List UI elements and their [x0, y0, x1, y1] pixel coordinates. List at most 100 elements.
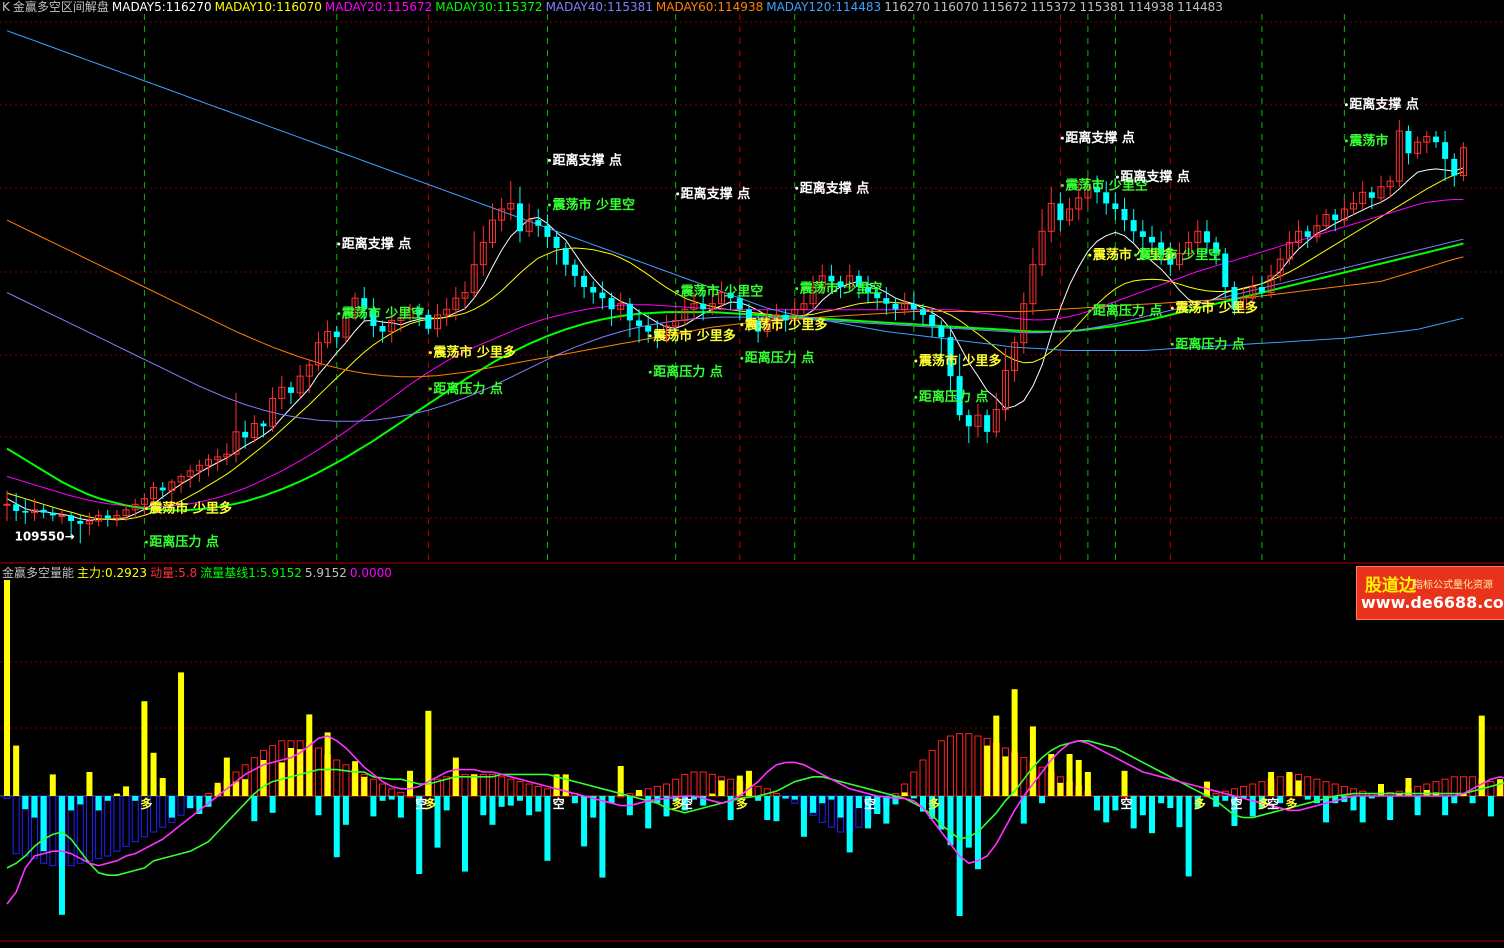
volume-bar [736, 775, 743, 796]
header-item: 主力:0.2923 [77, 566, 148, 580]
volume-bar [516, 796, 523, 801]
volume-bar [498, 796, 505, 807]
volume-bar [370, 796, 377, 817]
candle-body [104, 515, 111, 519]
volume-bar [1103, 796, 1110, 823]
candle-body [965, 415, 972, 427]
candle-body [1405, 131, 1412, 154]
signal-marker: 多 [1285, 796, 1297, 811]
volume-bar [745, 770, 752, 796]
annotation-dot [1060, 184, 1064, 187]
annotation-dot [676, 192, 680, 196]
volume-bar [13, 745, 20, 796]
annotation-label: 震荡市 [1348, 133, 1388, 149]
candle-body [883, 298, 890, 304]
chart-canvas: 距离支撑 点震荡市 少里空震荡市 少里多距离压力 点震荡市 少里多距离压力 点距… [0, 0, 1504, 944]
volume-bar [324, 732, 331, 796]
volume-bar [287, 748, 294, 796]
signal-marker: 多 [928, 796, 940, 811]
annotation-label: 震荡市 少里空 [1138, 247, 1222, 263]
volume-bar [388, 796, 395, 800]
header-item: 金赢多空量能 [2, 566, 75, 580]
volume-bar [1112, 796, 1119, 811]
annotation-label: 震荡市 少里空 [680, 283, 764, 299]
volume-bar [397, 796, 404, 818]
header-item: 116270 [884, 0, 930, 14]
annotation-dot [1344, 103, 1348, 107]
volume-bar [68, 796, 75, 811]
candle-body [562, 248, 569, 265]
annotation-label: 距离压力 点 [149, 534, 219, 550]
header-item: 金赢多空区间解盘 [12, 0, 109, 14]
volume-bar [993, 715, 1000, 796]
volume-bar [86, 772, 93, 796]
signal-marker: 空 [1121, 796, 1133, 811]
volume-bar [352, 761, 359, 796]
volume-bar [1497, 779, 1504, 796]
candle-body [938, 326, 945, 338]
volume-bar [123, 786, 130, 796]
annotation-dot [1170, 342, 1174, 346]
candle-body [645, 326, 652, 332]
volume-bar [480, 796, 487, 816]
annotation-dot [1115, 175, 1119, 179]
volume-bar [1304, 796, 1311, 800]
volume-bar [791, 796, 798, 800]
signal-marker: 多 [1194, 796, 1206, 811]
volume-bar [810, 796, 817, 813]
annotation-dot [1344, 139, 1348, 143]
volume-bar [1442, 796, 1449, 816]
volume-bar [1487, 796, 1494, 817]
candle-body [920, 309, 926, 315]
candle-body [13, 504, 20, 511]
candle-body [40, 509, 47, 513]
candle-body [1203, 231, 1210, 243]
volume-bar [782, 796, 789, 799]
candle-body [581, 275, 588, 287]
candle-body [929, 314, 936, 326]
volume-bar [150, 752, 157, 796]
chart-stage: 距离支撑 点震荡市 少里空 震荡市 少里多 距离压力 点震荡市 少里多 距离压力 点距… [0, 0, 1504, 944]
logo-url: www.de6688.com [1361, 593, 1504, 612]
volume-bar [168, 796, 175, 818]
volume-bar [910, 796, 917, 799]
header-item: 114938 [1128, 0, 1175, 14]
volume-bar [581, 796, 588, 847]
annotation-dot [337, 312, 341, 316]
volume-bar [773, 796, 780, 822]
volume-bar [462, 796, 468, 872]
volume-bar [113, 793, 120, 796]
volume-bar [828, 796, 835, 800]
candle-body [910, 303, 917, 310]
annotation-dot [144, 507, 148, 511]
candle-body [1121, 209, 1128, 221]
volume-bar [1084, 772, 1091, 796]
candle-body [1451, 158, 1458, 176]
annotation-dot [795, 186, 799, 190]
annotation-label: 距离支撑 点 [1120, 169, 1190, 185]
annotation-dot [914, 359, 918, 363]
volume-bar [1295, 780, 1302, 796]
volume-bar [965, 796, 972, 848]
volume-bar [1387, 796, 1394, 820]
volume-bar [535, 796, 542, 812]
candle-body [571, 264, 578, 276]
volume-bar [544, 796, 551, 861]
volume-bar [1222, 796, 1229, 801]
volume-bar [1094, 796, 1101, 811]
volume-bar [1359, 796, 1366, 823]
candle-body [1304, 231, 1311, 237]
annotation-dot [1134, 253, 1138, 257]
volume-bar [1039, 796, 1046, 804]
volume-bar [49, 774, 56, 796]
annotation-label: 距离支撑 点 [342, 236, 412, 252]
candle-body [700, 303, 707, 310]
signal-marker: 多 [736, 796, 748, 811]
header-item: K [2, 0, 10, 14]
candle-body [599, 292, 606, 299]
volume-bar [1286, 772, 1293, 796]
volume-bar [315, 796, 322, 816]
volume-bar [1249, 796, 1256, 817]
momentum-bar [406, 795, 414, 798]
header-item: 115372 [1030, 0, 1077, 14]
